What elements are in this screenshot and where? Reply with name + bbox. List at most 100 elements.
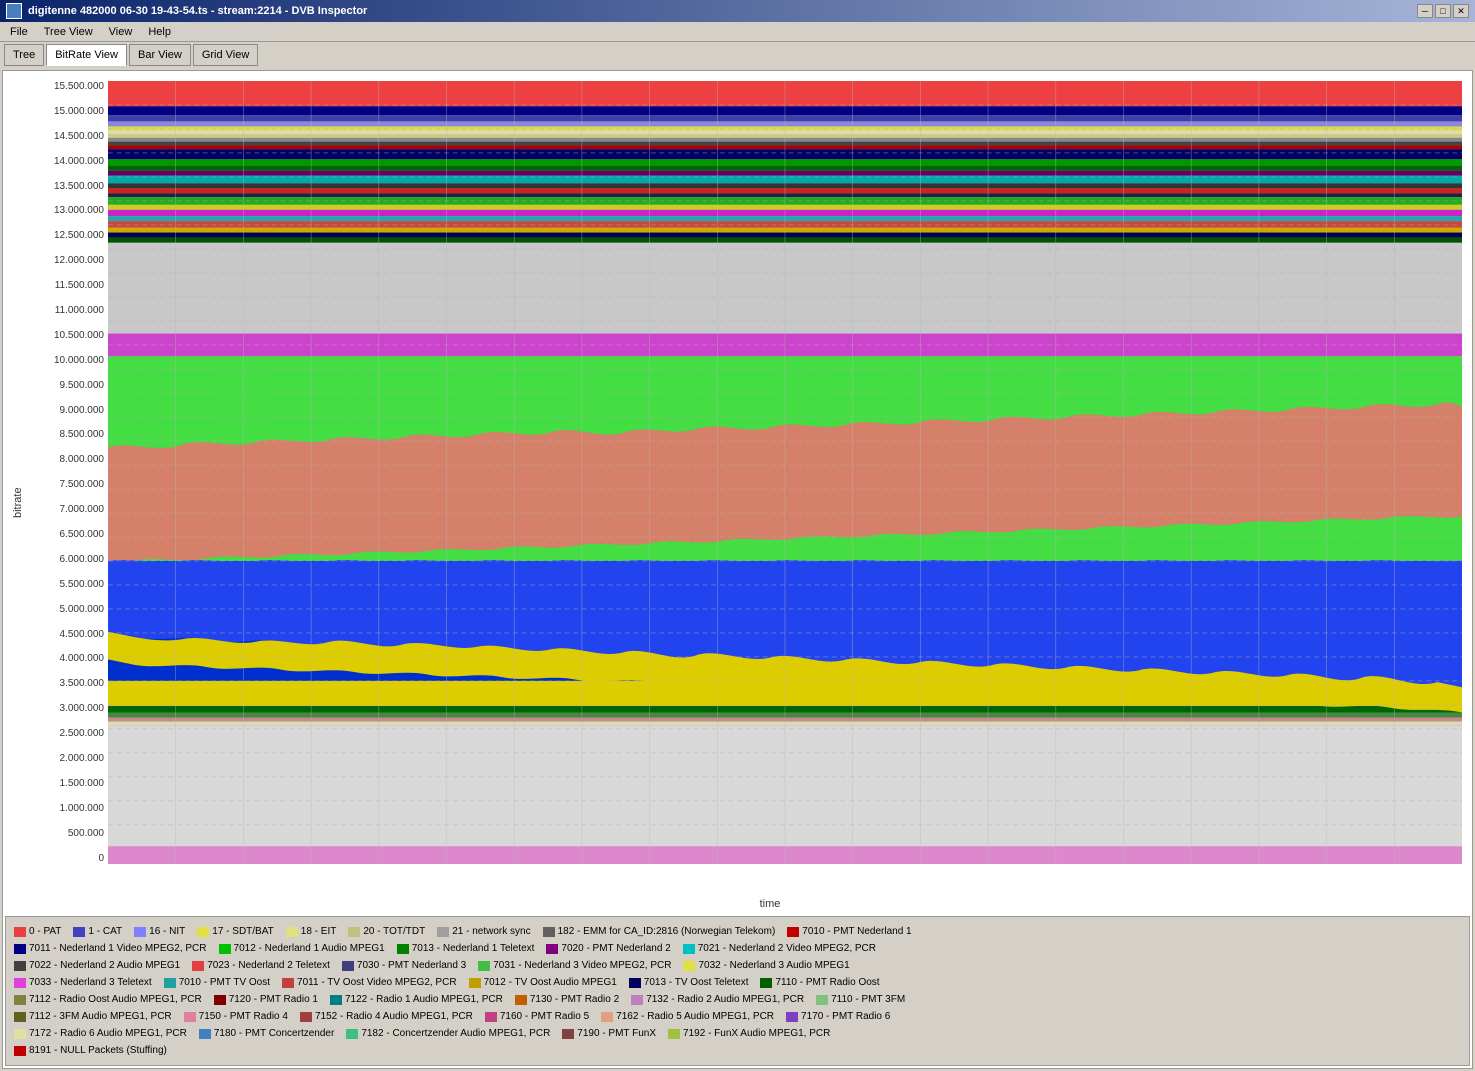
title-bar: digitenne 482000 06-30 19-43-54.ts - str…: [0, 0, 1475, 22]
legend-item-7150: 7150 - PMT Radio 4: [184, 1008, 288, 1025]
legend-item-emm: 182 - EMM for CA_ID:2816 (Norwegian Tele…: [543, 923, 776, 940]
legend-color-7180: [199, 1029, 211, 1039]
legend-color-tot: [348, 927, 360, 937]
legend-row-2: 7011 - Nederland 1 Video MPEG2, PCR 7012…: [14, 940, 1461, 957]
chart-container: [108, 81, 1462, 894]
legend-color-7031: [478, 961, 490, 971]
legend-color-7190: [562, 1029, 574, 1039]
legend-color-7010b: [164, 978, 176, 988]
legend-item-7012b: 7012 - TV Oost Audio MPEG1: [469, 974, 617, 991]
legend-item-7162: 7162 - Radio 5 Audio MPEG1, PCR: [601, 1008, 774, 1025]
legend-item-7192: 7192 - FunX Audio MPEG1, PCR: [668, 1025, 830, 1042]
legend-color-7160: [485, 1012, 497, 1022]
legend-color-7112b: [14, 1012, 26, 1022]
legend-color-sdt: [197, 927, 209, 937]
legend-item-eit: 18 - EIT: [286, 923, 337, 940]
legend-color-7032: [683, 961, 695, 971]
legend-item-7023: 7023 - Nederland 2 Teletext: [192, 957, 330, 974]
menu-treeview[interactable]: Tree View: [38, 25, 99, 39]
legend-color-7011: [14, 944, 26, 954]
legend-item-cat: 1 - CAT: [73, 923, 122, 940]
legend-item-7190: 7190 - PMT FunX: [562, 1025, 656, 1042]
legend-item-pmt1: 7010 - PMT Nederland 1: [787, 923, 911, 940]
tab-grid-view[interactable]: Grid View: [193, 44, 258, 66]
legend-item-7110: 7110 - PMT Radio Oost: [760, 974, 879, 991]
legend-color-7110: [760, 978, 772, 988]
legend-item-7122: 7122 - Radio 1 Audio MPEG1, PCR: [330, 991, 503, 1008]
legend-color-7020: [546, 944, 558, 954]
legend-item-7170: 7170 - PMT Radio 6: [786, 1008, 890, 1025]
chart-area: bitrate 15.500.000 15.000.000 14.500.000…: [3, 71, 1472, 894]
legend-item-7011b: 7011 - TV Oost Video MPEG2, PCR: [282, 974, 457, 991]
legend-color-7132: [631, 995, 643, 1005]
legend-item-7020: 7020 - PMT Nederland 2: [546, 940, 670, 957]
legend-color-7172: [14, 1029, 26, 1039]
legend-color-7023: [192, 961, 204, 971]
legend-item-7112b: 7112 - 3FM Audio MPEG1, PCR: [14, 1008, 172, 1025]
main-content: bitrate 15.500.000 15.000.000 14.500.000…: [2, 70, 1473, 1069]
legend-item-7112: 7112 - Radio Oost Audio MPEG1, PCR: [14, 991, 202, 1008]
legend-item-sdt: 17 - SDT/BAT: [197, 923, 274, 940]
legend-color-7013: [397, 944, 409, 954]
legend-color-7013b: [629, 978, 641, 988]
x-axis-label: time: [78, 894, 1462, 914]
legend-item-netsync: 21 - network sync: [437, 923, 530, 940]
legend-item-7011: 7011 - Nederland 1 Video MPEG2, PCR: [14, 940, 207, 957]
menu-file[interactable]: File: [4, 25, 34, 39]
legend-color-7021: [683, 944, 695, 954]
legend-color-7120: [214, 995, 226, 1005]
menu-view[interactable]: View: [103, 25, 139, 39]
y-axis-label: bitrate: [3, 81, 33, 894]
legend-color-netsync: [437, 927, 449, 937]
legend-color-cat: [73, 927, 85, 937]
legend-item-7030: 7030 - PMT Nederland 3: [342, 957, 466, 974]
app-icon: [6, 3, 22, 19]
legend-color-7130: [515, 995, 527, 1005]
tab-tree[interactable]: Tree: [4, 44, 44, 66]
toolbar: Tree BitRate View Bar View Grid View: [0, 42, 1475, 68]
legend-item-pat: 0 - PAT: [14, 923, 61, 940]
legend-color-7011b: [282, 978, 294, 988]
legend-item-7022: 7022 - Nederland 2 Audio MPEG1: [14, 957, 180, 974]
legend-item-7012: 7012 - Nederland 1 Audio MPEG1: [219, 940, 385, 957]
tab-bitrate-view[interactable]: BitRate View: [46, 44, 127, 66]
legend-color-7182: [346, 1029, 358, 1039]
legend-color-emm: [543, 927, 555, 937]
legend-color-7033: [14, 978, 26, 988]
legend-color-7012: [219, 944, 231, 954]
legend-item-7180: 7180 - PMT Concertzender: [199, 1025, 334, 1042]
legend-item-7182: 7182 - Concertzender Audio MPEG1, PCR: [346, 1025, 550, 1042]
legend-item-7021: 7021 - Nederland 2 Video MPEG2, PCR: [683, 940, 876, 957]
legend-item-7172: 7172 - Radio 6 Audio MPEG1, PCR: [14, 1025, 187, 1042]
legend-color-eit: [286, 927, 298, 937]
menu-bar: File Tree View View Help: [0, 22, 1475, 42]
legend-color-7112: [14, 995, 26, 1005]
legend-color-7022: [14, 961, 26, 971]
menu-help[interactable]: Help: [142, 25, 177, 39]
legend-item-7013b: 7013 - TV Oost Teletext: [629, 974, 749, 991]
legend: 0 - PAT 1 - CAT 16 - NIT 17 - SDT/BAT 18…: [5, 916, 1470, 1066]
legend-row-5: 7112 - Radio Oost Audio MPEG1, PCR 7120 …: [14, 991, 1461, 1008]
legend-row-3: 7022 - Nederland 2 Audio MPEG1 7023 - Ne…: [14, 957, 1461, 974]
legend-row-4: 7033 - Nederland 3 Teletext 7010 - PMT T…: [14, 974, 1461, 991]
legend-row-1: 0 - PAT 1 - CAT 16 - NIT 17 - SDT/BAT 18…: [14, 923, 1461, 940]
title-bar-buttons: ─ □ ✕: [1417, 4, 1469, 18]
legend-row-8: 8191 - NULL Packets (Stuffing): [14, 1042, 1461, 1059]
legend-item-7152: 7152 - Radio 4 Audio MPEG1, PCR: [300, 1008, 473, 1025]
legend-color-7192: [668, 1029, 680, 1039]
legend-color-7152: [300, 1012, 312, 1022]
maximize-button[interactable]: □: [1435, 4, 1451, 18]
legend-item-7132: 7132 - Radio 2 Audio MPEG1, PCR: [631, 991, 804, 1008]
minimize-button[interactable]: ─: [1417, 4, 1433, 18]
legend-item-7120: 7120 - PMT Radio 1: [214, 991, 318, 1008]
legend-color-7162: [601, 1012, 613, 1022]
legend-item-7032: 7032 - Nederland 3 Audio MPEG1: [683, 957, 849, 974]
close-button[interactable]: ✕: [1453, 4, 1469, 18]
legend-item-nit: 16 - NIT: [134, 923, 185, 940]
tab-bar-view[interactable]: Bar View: [129, 44, 191, 66]
legend-item-7031: 7031 - Nederland 3 Video MPEG2, PCR: [478, 957, 671, 974]
legend-item-8191: 8191 - NULL Packets (Stuffing): [14, 1042, 167, 1059]
chart-overlay: [108, 81, 1462, 864]
legend-color-7170: [786, 1012, 798, 1022]
legend-item-tot: 20 - TOT/TDT: [348, 923, 425, 940]
